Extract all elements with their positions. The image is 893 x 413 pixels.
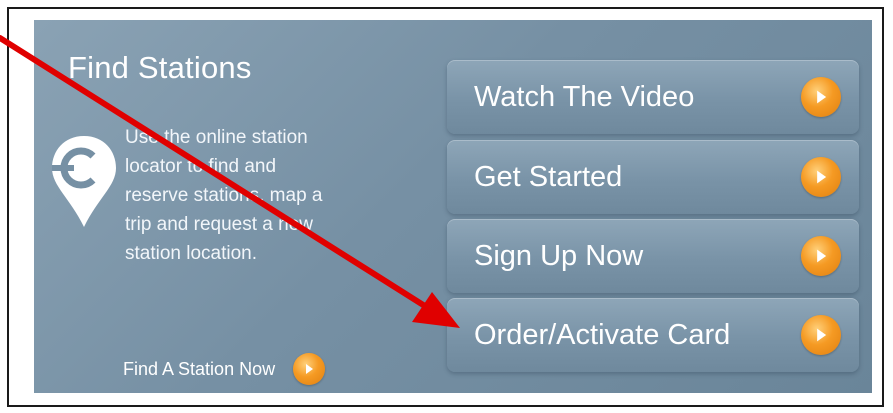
section-title: Find Stations	[68, 50, 252, 85]
find-station-now-label: Find A Station Now	[123, 358, 276, 379]
sign-up-now-button[interactable]: Sign Up Now	[447, 219, 859, 293]
find-station-now-link[interactable]: Find A Station Now	[123, 353, 326, 385]
description-line: reserve stations, map a	[125, 185, 323, 206]
orange-play-arrow-icon	[801, 157, 841, 197]
order-activate-card-label: Order/Activate Card	[474, 318, 731, 351]
orange-play-arrow-icon	[801, 315, 841, 355]
orange-play-arrow-icon	[801, 77, 841, 117]
description-line: Use the online station	[125, 127, 308, 148]
orange-play-arrow-icon[interactable]	[293, 353, 326, 385]
watch-video-button[interactable]: Watch The Video	[447, 60, 859, 134]
get-started-label: Get Started	[474, 160, 623, 193]
description-line: locator to find and	[125, 156, 277, 177]
station-pin-icon	[52, 136, 116, 227]
description-line: trip and request a new	[125, 214, 314, 235]
get-started-button[interactable]: Get Started	[447, 140, 859, 214]
find-stations-description: Use the online station locator to find a…	[125, 123, 415, 268]
order-activate-card-button[interactable]: Order/Activate Card	[447, 298, 859, 372]
watch-video-label: Watch The Video	[474, 80, 695, 113]
sign-up-now-label: Sign Up Now	[474, 239, 644, 272]
description-line: station location.	[125, 243, 258, 264]
orange-play-arrow-icon	[801, 236, 841, 276]
